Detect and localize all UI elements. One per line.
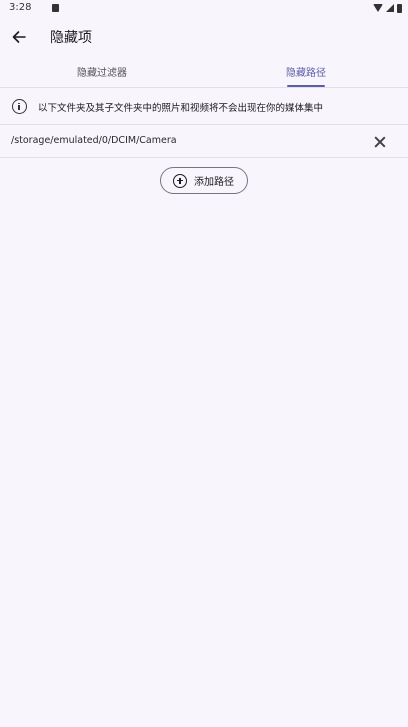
- battery-icon: [397, 3, 402, 13]
- remove-path-button[interactable]: [372, 134, 388, 150]
- tab-bar: 隐藏过滤器 隐藏路径: [0, 56, 408, 88]
- back-arrow-icon: [12, 31, 26, 43]
- app-bar: 隐藏项: [0, 18, 408, 56]
- wifi-icon: [373, 4, 383, 12]
- add-circle-icon: [173, 173, 187, 188]
- info-text: 以下文件夹及其子文件夹中的照片和视频将不会出现在你的媒体集中: [38, 103, 324, 114]
- tab-indicator: [287, 85, 325, 87]
- back-button[interactable]: [8, 26, 30, 48]
- status-icons: [373, 3, 402, 13]
- add-path-button[interactable]: 添加路径: [160, 167, 248, 194]
- info-icon: [12, 99, 27, 114]
- status-bar: 3:28: [0, 0, 408, 18]
- info-banner: 以下文件夹及其子文件夹中的照片和视频将不会出现在你的媒体集中: [0, 89, 408, 125]
- hidden-path-item: /storage/emulated/0/DCIM/Camera: [0, 125, 408, 158]
- add-path-label: 添加路径: [194, 177, 234, 188]
- tab-hidden-filters[interactable]: 隐藏过滤器: [0, 56, 204, 87]
- status-time: 3:28: [9, 2, 32, 13]
- tab-hidden-paths[interactable]: 隐藏路径: [204, 56, 408, 87]
- screen: 3:28 隐藏项 隐藏过滤器 隐藏路径 以下文件夹及其子文件夹中的照片和视频将不…: [0, 0, 408, 727]
- path-text: /storage/emulated/0/DCIM/Camera: [11, 135, 177, 146]
- signal-icon: [386, 4, 394, 12]
- page-title: 隐藏项: [50, 30, 92, 46]
- notification-icon: [52, 4, 59, 12]
